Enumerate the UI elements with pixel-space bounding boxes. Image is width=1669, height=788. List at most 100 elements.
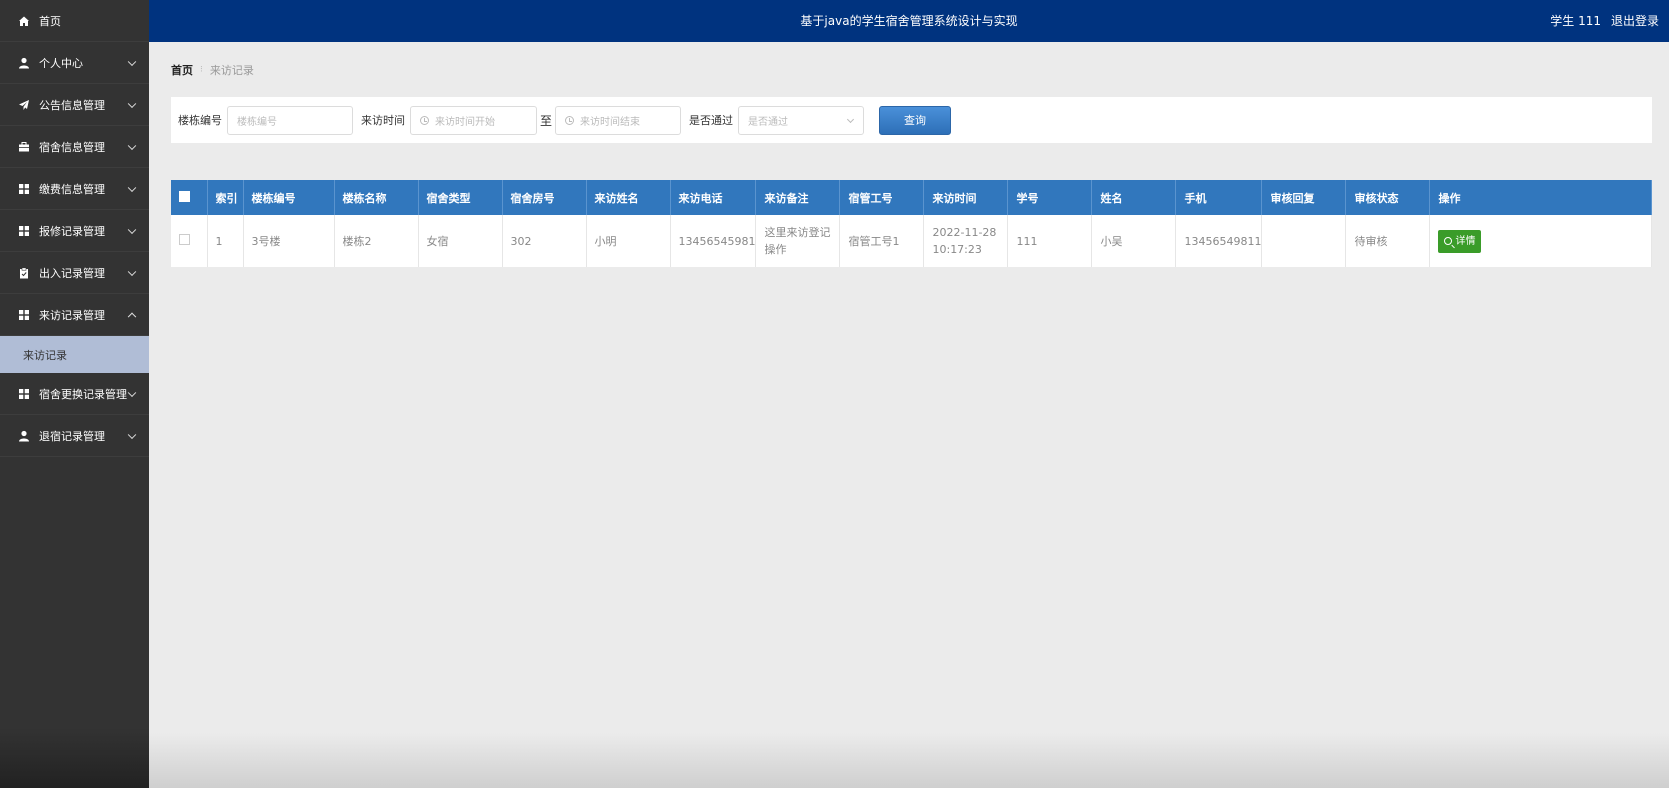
column-header[interactable]: 宿舍类型 [418,180,503,215]
passed-select[interactable]: 是否通过 [738,105,865,135]
time-start-input[interactable]: 来访时间开始 [410,105,537,135]
search-bar: 楼栋编号 楼栋编号 来访时间 来访时间开始 至 来访时间结束 是否通过 是否通过… [171,97,1652,143]
table-row: 1 3号楼 楼栋2 女宿 302 小明 13456545981 这里来访登记操作… [171,215,1652,267]
grid-icon [18,183,30,195]
column-header[interactable]: 索引 [207,180,244,215]
grid-icon [18,388,30,400]
home-icon [18,15,30,27]
column-header[interactable]: 来访备注 [755,180,841,215]
time-end-placeholder: 来访时间结束 [580,116,641,128]
building-placeholder: 楼栋编号 [237,116,277,128]
cell-visit-time: 2022-11-28 10:17:23 [923,215,1009,267]
chevron-down-icon [127,57,137,66]
send-icon [18,99,30,111]
sidebar-bottom-shade [0,728,149,788]
column-header[interactable]: 宿管工号 [839,180,925,215]
detail-label: 详情 [1455,235,1476,247]
column-header[interactable]: 审核回复 [1261,180,1347,215]
app-title: 基于java的学生宿舍管理系统设计与实现 [800,14,1018,28]
sidebar-item-label: 来访记录管理 [39,308,105,322]
cell-building-name: 楼栋2 [334,215,419,267]
cell-index: 1 [207,215,244,267]
column-header[interactable]: 楼栋名称 [334,180,419,215]
clipboard-icon [18,267,30,279]
sidebar-item-visit[interactable]: 来访记录管理 [0,294,149,336]
chevron-down-icon [127,183,137,192]
sidebar-item-label: 退宿记录管理 [39,429,105,443]
search-icon [1444,237,1453,245]
sidebar-item-repair[interactable]: 报修记录管理 [0,210,149,252]
user-icon [18,430,30,442]
sidebar-item-label: 公告信息管理 [39,98,105,112]
column-header[interactable]: 审核状态 [1345,180,1431,215]
breadcrumb-current: 来访记录 [209,64,254,77]
time-label: 来访时间 [361,114,405,127]
select-all-cell [171,180,208,215]
cell-visitor-name: 小明 [586,215,671,267]
sidebar-item-label: 出入记录管理 [39,266,105,280]
chevron-down-icon [127,267,137,276]
sidebar-item-label: 缴费信息管理 [39,182,105,196]
select-all-checkbox[interactable] [179,190,190,202]
chevron-down-icon [127,225,137,234]
cell-dorm-type: 女宿 [418,215,503,267]
column-header[interactable]: 姓名 [1091,180,1177,215]
sidebar-item-label: 宿舍信息管理 [39,140,105,154]
chevron-down-icon [127,430,137,439]
logout-link[interactable]: 退出登录 [1611,12,1659,29]
cell-review-reply [1261,215,1347,267]
grid-icon [18,309,30,321]
passed-label: 是否通过 [689,114,734,127]
cell-review-status: 待审核 [1345,215,1431,267]
building-label: 楼栋编号 [178,114,222,127]
top-header: 基于java的学生宿舍管理系统设计与实现 学生 111 退出登录 [149,0,1669,42]
column-header[interactable]: 宿舍房号 [502,180,587,215]
user-area: 学生 111 退出登录 [1550,12,1659,29]
visit-record-table: 索引 楼栋编号 楼栋名称 宿舍类型 宿舍房号 来访姓名 来访电话 来访备注 宿管… [171,180,1652,267]
chevron-down-icon [127,388,137,397]
sidebar-item-label: 个人中心 [39,56,83,70]
sidebar-item-notice[interactable]: 公告信息管理 [0,84,149,126]
chevron-down-icon [127,99,137,108]
detail-button[interactable]: 详情 [1438,229,1482,253]
main-content: 首页 ⁝ 来访记录 楼栋编号 楼栋编号 来访时间 来访时间开始 至 来访时间结束… [149,42,1669,788]
cell-staff-no: 宿管工号1 [839,215,925,267]
column-header[interactable]: 楼栋编号 [243,180,335,215]
cell-name: 小吴 [1091,215,1177,267]
sidebar-item-label: 首页 [39,14,61,28]
to-label: 至 [540,113,553,128]
cell-building-no: 3号楼 [243,215,335,267]
cell-visitor-note: 这里来访登记操作 [755,215,841,267]
sidebar-item-home[interactable]: 首页 [0,0,149,42]
column-header[interactable]: 学号 [1007,180,1093,215]
sidebar-subitem-visit-record[interactable]: 来访记录 [0,336,149,373]
column-header[interactable]: 来访姓名 [586,180,671,215]
cell-visitor-phone: 13456545981 [670,215,757,267]
column-header[interactable]: 手机 [1175,180,1263,215]
sidebar-item-label: 宿舍更换记录管理 [39,387,127,401]
cell-mobile: 13456549811 [1175,215,1263,267]
chevron-down-icon [846,115,855,123]
sidebar: 首页 个人中心 公告信息管理 宿舍信息管理 缴费信息管理 报修记录管理 出入记录… [0,0,149,788]
sidebar-item-dorm[interactable]: 宿舍信息管理 [0,126,149,168]
column-header[interactable]: 来访时间 [923,180,1009,215]
query-button[interactable]: 查询 [879,105,952,135]
sidebar-item-fee[interactable]: 缴费信息管理 [0,168,149,210]
user-label: 学生 111 [1550,14,1601,28]
time-start-placeholder: 来访时间开始 [435,116,495,128]
row-checkbox[interactable] [179,233,190,245]
table-header-row: 索引 楼栋编号 楼栋名称 宿舍类型 宿舍房号 来访姓名 来访电话 来访备注 宿管… [171,180,1652,215]
cell-student-no: 111 [1007,215,1093,267]
sidebar-item-dorm-change[interactable]: 宿舍更换记录管理 [0,373,149,415]
building-input[interactable]: 楼栋编号 [227,105,353,135]
sidebar-item-inout[interactable]: 出入记录管理 [0,252,149,294]
sidebar-item-profile[interactable]: 个人中心 [0,42,149,84]
sidebar-item-checkout[interactable]: 退宿记录管理 [0,415,149,457]
breadcrumb-home[interactable]: 首页 [171,62,193,78]
briefcase-icon [18,141,30,153]
sidebar-item-label: 报修记录管理 [39,224,105,238]
column-header: 操作 [1429,180,1652,215]
cell-room-no: 302 [502,215,587,267]
column-header[interactable]: 来访电话 [670,180,757,215]
time-end-input[interactable]: 来访时间结束 [555,105,682,135]
